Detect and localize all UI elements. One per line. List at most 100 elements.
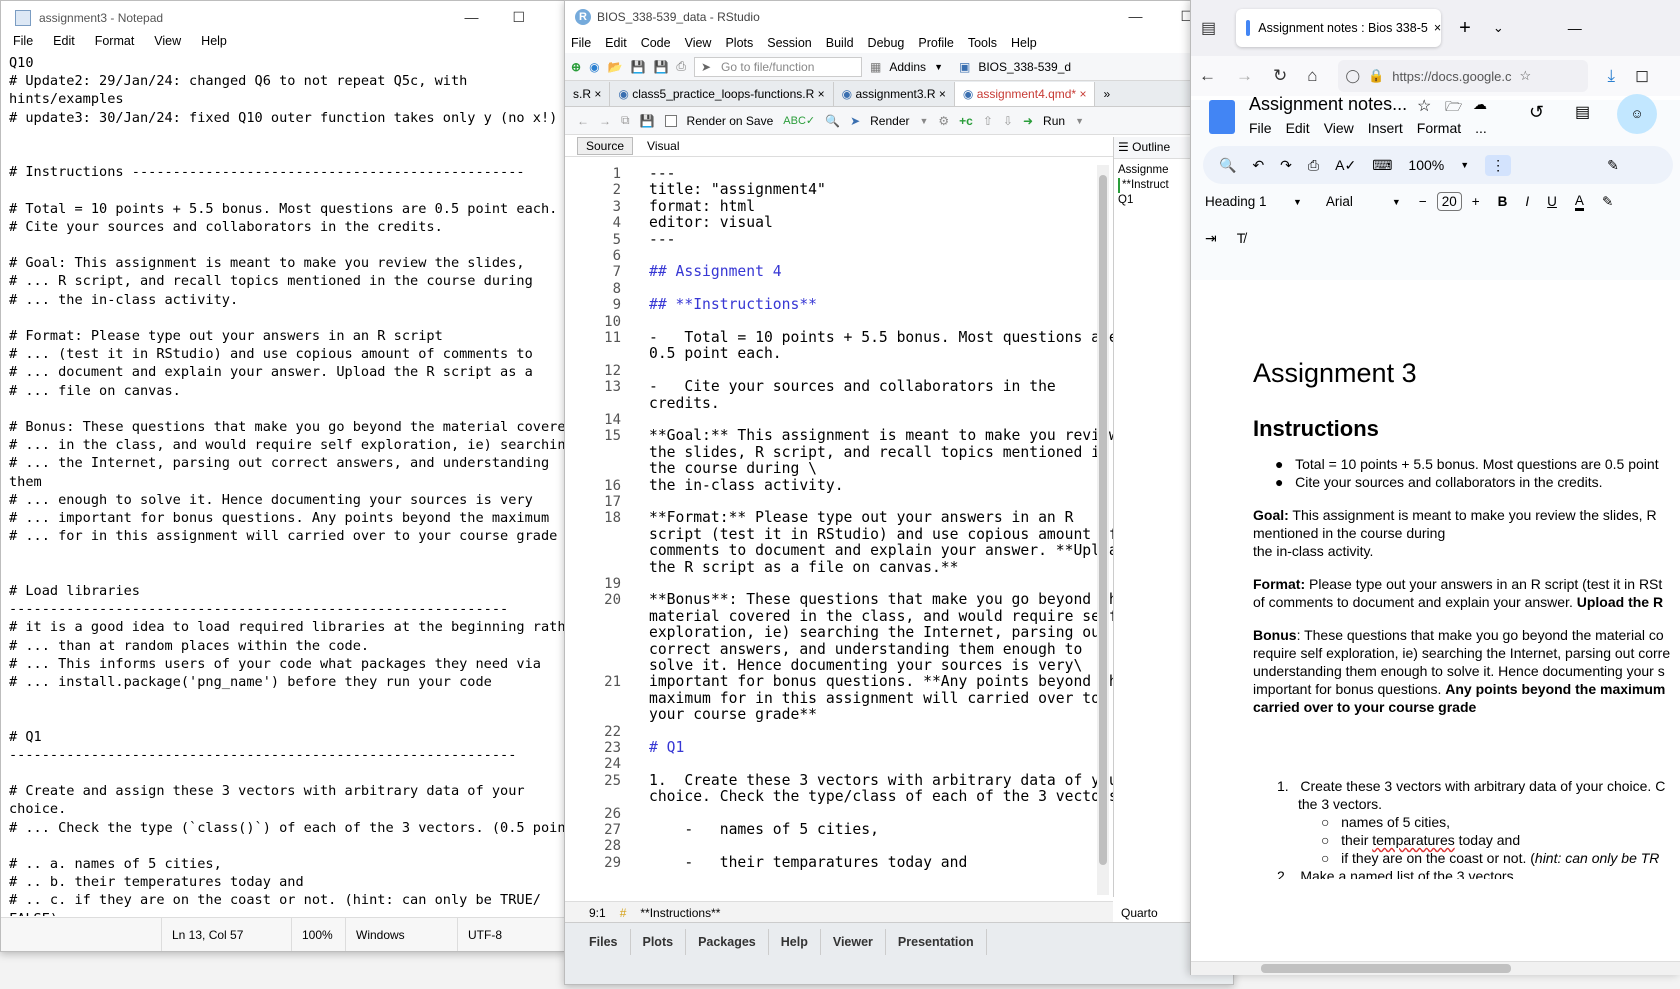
down-arrow-icon[interactable]: ⇩	[1003, 114, 1013, 128]
close-icon[interactable]: ×	[594, 87, 601, 101]
history-icon[interactable]: ↺	[1529, 102, 1544, 123]
doc-type[interactable]: Quarto	[1121, 906, 1158, 920]
tab-overview-icon[interactable]: ▤	[1201, 18, 1216, 38]
zoom-select[interactable]: 100%	[1408, 157, 1444, 173]
packages-tab[interactable]: Packages	[686, 929, 769, 955]
menu-edit[interactable]: Edit	[605, 36, 627, 50]
paint-format-icon[interactable]: ⌨	[1372, 157, 1392, 174]
menu-format[interactable]: Format	[95, 34, 135, 54]
doc-title[interactable]: Assignment notes...	[1249, 94, 1407, 115]
font-size-input[interactable]: 20	[1436, 192, 1462, 211]
menu-plots[interactable]: Plots	[725, 36, 753, 50]
minimize-icon[interactable]: —	[1568, 20, 1582, 36]
print-icon[interactable]: ⎙	[1308, 157, 1319, 174]
chevron-down-icon[interactable]: ▼	[1392, 197, 1401, 207]
maximize-icon[interactable]: ☐	[512, 1, 525, 34]
share-icon[interactable]: ☺	[1617, 94, 1657, 134]
notepad-titlebar[interactable]: assignment3 - Notepad — ☐	[1, 1, 565, 34]
save-icon[interactable]: 💾	[640, 114, 655, 128]
render-arrow-icon[interactable]: ➤	[850, 114, 860, 128]
spellcheck-icon[interactable]: ABC✓	[783, 114, 815, 127]
spellcheck-icon[interactable]: A✓	[1335, 157, 1356, 174]
back-arrow-icon[interactable]: ←	[577, 114, 589, 128]
chevron-down-icon[interactable]: ▼	[934, 62, 943, 72]
menu-tools[interactable]: Tools	[968, 36, 997, 50]
section-selector[interactable]: **Instructions**	[640, 906, 720, 920]
render-on-save-checkbox[interactable]	[664, 114, 677, 127]
editor-tab[interactable]: s.R ×	[565, 82, 611, 106]
insert-chunk-icon[interactable]: +c	[959, 114, 973, 128]
go-to-file-input[interactable]: ➤ Go to file/function	[694, 56, 863, 77]
source-tab[interactable]: Source	[577, 136, 634, 155]
browser-tab[interactable]: Assignment notes : Bios 338-5 ×	[1236, 9, 1442, 47]
editor-tab-active[interactable]: ◉ assignment4.qmd* ×	[954, 82, 1096, 106]
close-icon[interactable]: ×	[939, 87, 946, 101]
save-icon[interactable]: 💾	[631, 60, 646, 74]
redo-icon[interactable]: ↷	[1280, 157, 1292, 174]
chevron-down-icon[interactable]: ▼	[1075, 116, 1084, 126]
search-icon[interactable]: 🔍	[825, 114, 840, 128]
grid-layout-icon[interactable]: ▦	[870, 60, 881, 74]
plots-tab[interactable]: Plots	[631, 929, 687, 955]
close-icon[interactable]: ×	[1434, 21, 1441, 35]
highlight-icon[interactable]: ✎	[1602, 194, 1613, 210]
new-file-icon[interactable]: ⊕	[571, 60, 581, 74]
project-name[interactable]: BIOS_338-539_d	[978, 60, 1071, 74]
menu-build[interactable]: Build	[826, 36, 854, 50]
editor-tab[interactable]: ◉ class5_practice_loops-functions.R ×	[610, 82, 834, 106]
editor-tab[interactable]: ◉ assignment3.R ×	[834, 82, 955, 106]
comments-icon[interactable]: ▤	[1575, 102, 1590, 122]
minimize-icon[interactable]: —	[1128, 1, 1142, 32]
search-icon[interactable]: 🔍	[1219, 157, 1236, 174]
rstudio-titlebar[interactable]: R BIOS_338-539_data - RStudio — ☐	[565, 1, 1233, 32]
save-all-icon[interactable]: 💾	[653, 60, 668, 74]
edit-mode-icon[interactable]: ✎	[1607, 157, 1619, 174]
files-tab[interactable]: Files	[577, 929, 631, 955]
addins-menu[interactable]: Addins	[889, 60, 926, 74]
menu-debug[interactable]: Debug	[868, 36, 905, 50]
run-button[interactable]: Run	[1043, 114, 1065, 128]
menu-help[interactable]: Help	[201, 34, 227, 54]
menu-view[interactable]: View	[154, 34, 181, 54]
new-tab-icon[interactable]: +	[1459, 17, 1471, 40]
presentation-tab[interactable]: Presentation	[886, 929, 987, 955]
more-icon[interactable]: ⋮	[1485, 154, 1512, 176]
menu-file[interactable]: File	[571, 36, 591, 50]
download-icon[interactable]: ⤓	[1608, 66, 1616, 86]
style-select[interactable]: Heading 1	[1205, 194, 1275, 209]
viewer-tab[interactable]: Viewer	[821, 929, 886, 955]
home-icon[interactable]: ⌂	[1307, 66, 1317, 86]
clear-formatting-icon[interactable]: T̸	[1237, 230, 1246, 247]
move-folder-icon[interactable]: 🗁	[1445, 96, 1462, 120]
chevron-down-icon[interactable]: ⌄	[1493, 20, 1504, 36]
notepad-text-area[interactable]: Q10 # Update2: 29/Jan/24: changed Q6 to …	[9, 54, 565, 916]
font-select[interactable]: Arial	[1326, 194, 1374, 209]
indent-icon[interactable]: ⇥	[1205, 230, 1217, 247]
bookmark-star-icon[interactable]: ☆	[1520, 68, 1532, 84]
underline-icon[interactable]: U	[1547, 194, 1557, 209]
increase-font-icon[interactable]: +	[1472, 194, 1480, 209]
close-icon[interactable]: ×	[818, 87, 825, 101]
forward-icon[interactable]: →	[1236, 66, 1253, 86]
menu-file[interactable]: File	[13, 34, 33, 54]
print-icon[interactable]: ⎙	[676, 59, 686, 74]
visual-tab[interactable]: Visual	[639, 139, 687, 153]
forward-arrow-icon[interactable]: →	[599, 114, 611, 128]
menu-edit[interactable]: Edit	[53, 34, 75, 54]
menu-view[interactable]: View	[1324, 120, 1354, 136]
menu-edit[interactable]: Edit	[1286, 120, 1310, 136]
menu-format[interactable]: Format	[1417, 120, 1461, 136]
new-project-icon[interactable]: ◉	[589, 60, 599, 74]
help-tab[interactable]: Help	[769, 929, 821, 955]
menu-file[interactable]: File	[1249, 120, 1272, 136]
italic-icon[interactable]: I	[1525, 194, 1529, 209]
menu-insert[interactable]: Insert	[1368, 120, 1403, 136]
menu-view[interactable]: View	[685, 36, 712, 50]
star-icon[interactable]: ☆	[1417, 96, 1431, 116]
menu-profile[interactable]: Profile	[918, 36, 953, 50]
text-color-icon[interactable]: A	[1574, 193, 1584, 211]
extensions-icon[interactable]: ◻	[1635, 66, 1649, 86]
up-arrow-icon[interactable]: ⇧	[983, 114, 993, 128]
reload-icon[interactable]: ↻	[1273, 66, 1287, 86]
chevron-down-icon[interactable]: ▼	[1293, 197, 1302, 207]
